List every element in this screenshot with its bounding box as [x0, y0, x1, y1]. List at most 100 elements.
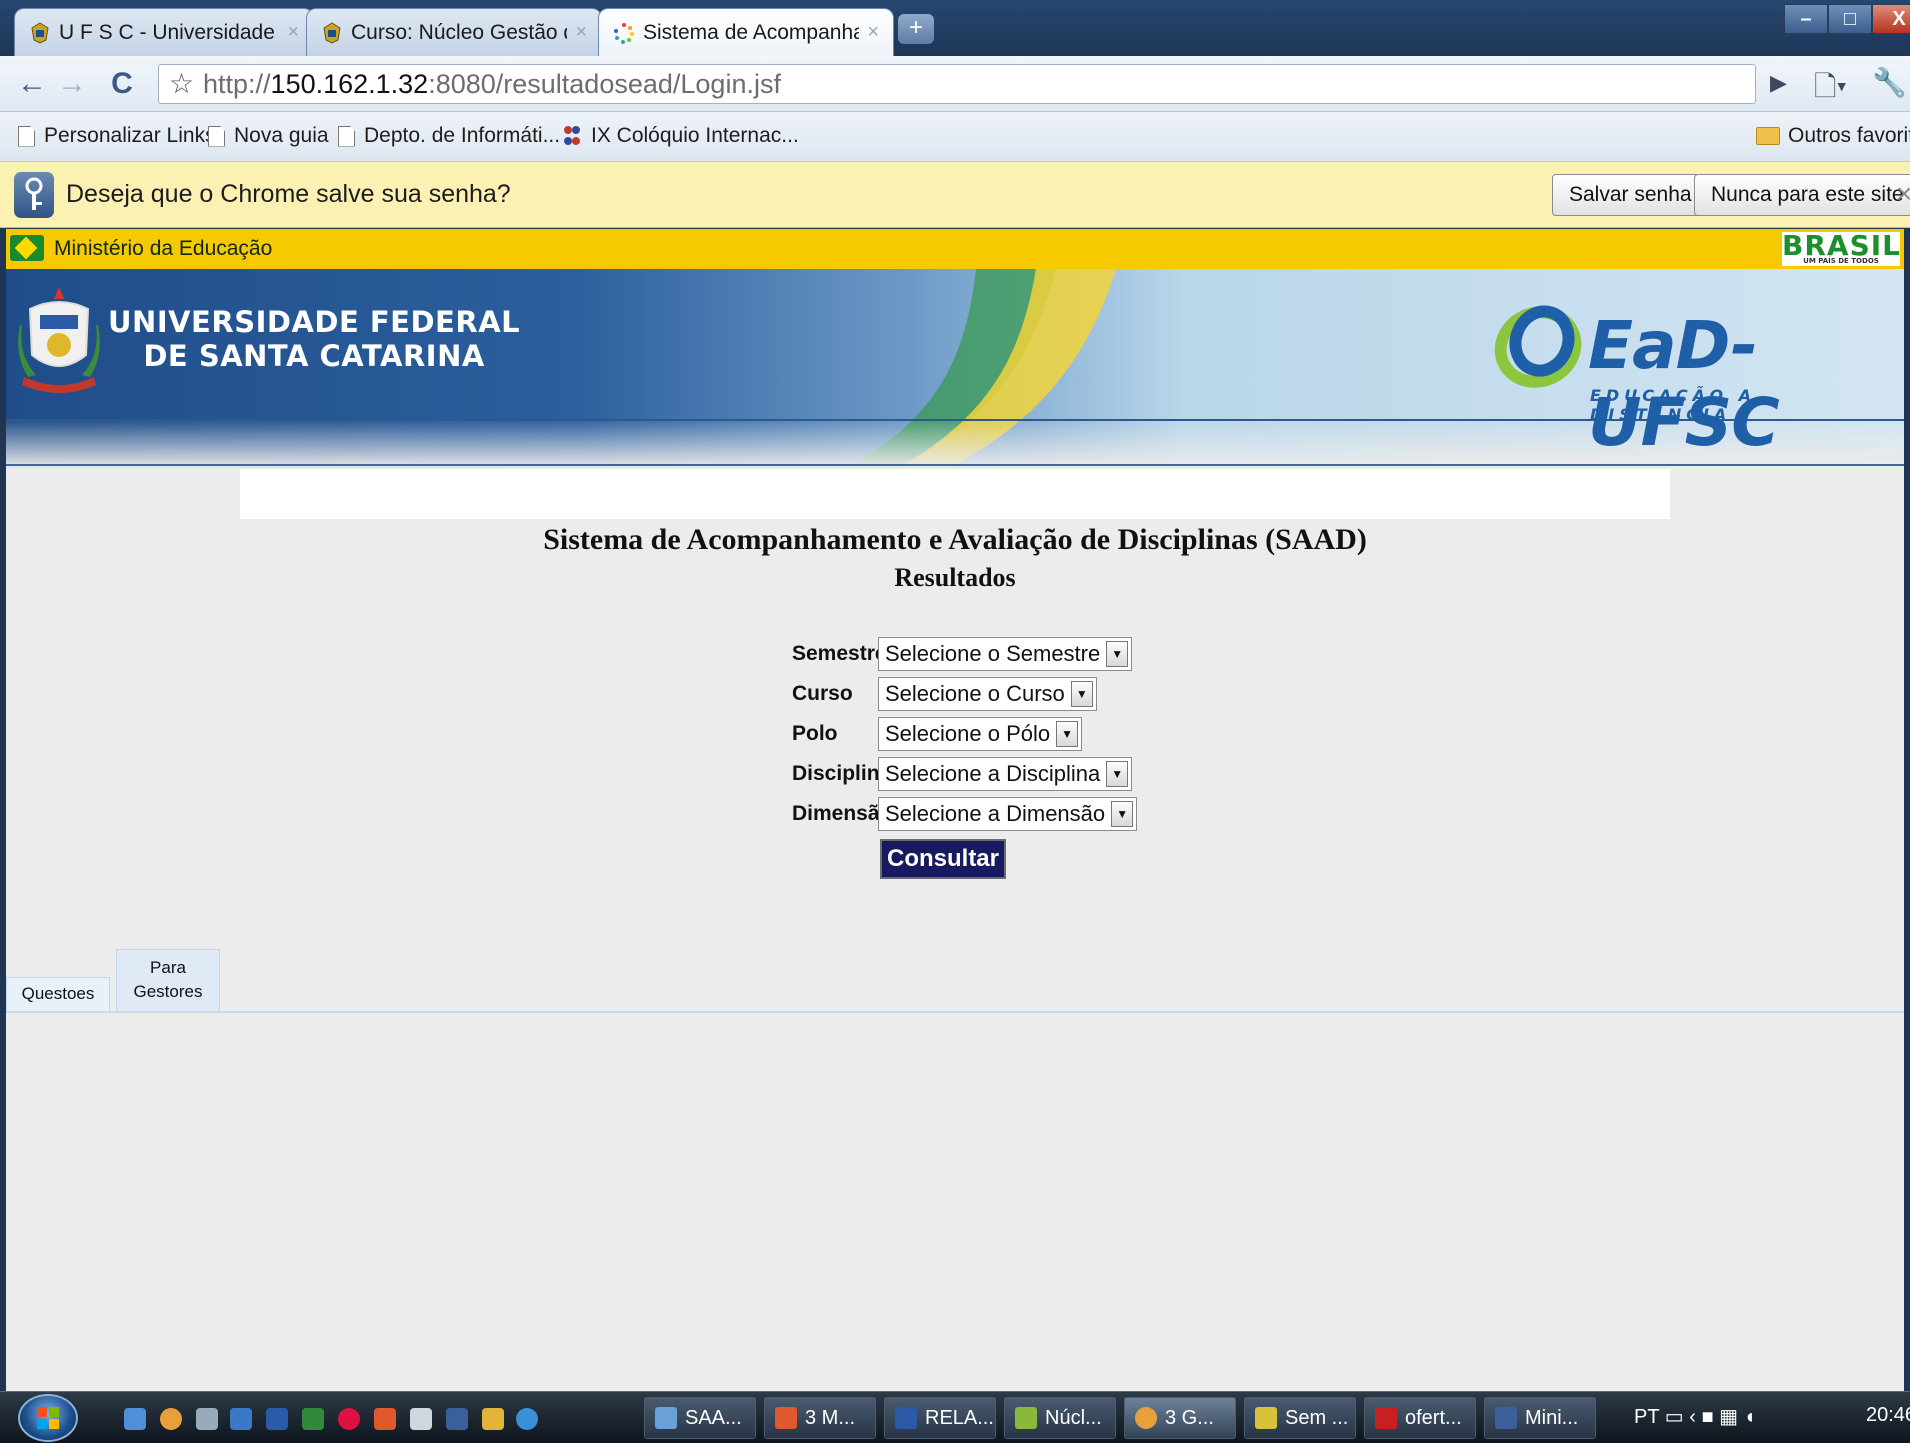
- chevron-down-icon[interactable]: ▼: [1070, 681, 1093, 707]
- paint-icon[interactable]: [482, 1408, 504, 1430]
- other-bookmarks[interactable]: Outros favoritos: [1756, 124, 1910, 148]
- app-icon: [1495, 1407, 1517, 1429]
- disciplina-select[interactable]: Selecione a Disciplina ▼: [878, 757, 1133, 791]
- dimensao-select[interactable]: Selecione a Dimensão ▼: [878, 797, 1138, 831]
- university-name: UNIVERSIDADE FEDERAL DE SANTA CATARINA: [108, 305, 520, 373]
- curso-value: Selecione o Curso: [885, 681, 1065, 706]
- curso-select[interactable]: Selecione o Curso ▼: [878, 677, 1097, 711]
- url-host: 150.162.1.32: [270, 69, 429, 99]
- desktop-icon[interactable]: [230, 1408, 252, 1430]
- paint-icon: [1255, 1407, 1277, 1429]
- form-row-polo: Polo Selecione o Pólo ▼: [792, 717, 1083, 751]
- chrome-icon[interactable]: [160, 1408, 182, 1430]
- start-button[interactable]: [18, 1394, 78, 1442]
- taskbar-button-label: Mini...: [1525, 1407, 1579, 1429]
- close-icon[interactable]: ×: [575, 21, 587, 44]
- browser-toolbar: ← → C ☆ http://150.162.1.32:8080/resulta…: [0, 56, 1910, 112]
- word-icon[interactable]: [266, 1408, 288, 1430]
- taskbar-button[interactable]: RELA...: [884, 1397, 996, 1439]
- taskbar-button[interactable]: 3 M...: [764, 1397, 876, 1439]
- never-save-button[interactable]: Nunca para este site: [1694, 174, 1910, 216]
- chevron-down-icon[interactable]: ▼: [1106, 641, 1129, 667]
- close-window-button[interactable]: X: [1872, 4, 1910, 34]
- taskbar-button-label: ofert...: [1405, 1407, 1462, 1429]
- chevron-down-icon[interactable]: ▼: [1106, 761, 1129, 787]
- browser-tab-saad[interactable]: Sistema de Acompanha... ×: [598, 8, 894, 56]
- new-tab-button[interactable]: +: [898, 14, 934, 44]
- window-controls: – □ X: [1784, 4, 1910, 36]
- close-icon[interactable]: ×: [867, 21, 879, 44]
- university-name-line1: UNIVERSIDADE FEDERAL: [108, 305, 521, 339]
- page-menu-icon[interactable]: 🗋▾: [1814, 66, 1847, 114]
- tab-gestores-line2: Gestores: [133, 982, 203, 1001]
- keyboard-icon[interactable]: ▭: [1665, 1406, 1684, 1428]
- chrome-icon: [1135, 1407, 1157, 1429]
- content-header-strip: [240, 469, 1670, 519]
- window-icon[interactable]: [196, 1408, 218, 1430]
- volume-icon[interactable]: ◖: [1744, 1406, 1756, 1428]
- form-row-curso: Curso Selecione o Curso ▼: [792, 677, 1097, 711]
- semestre-select[interactable]: Selecione o Semestre ▼: [878, 637, 1133, 671]
- app-icon[interactable]: [446, 1408, 468, 1430]
- reload-icon[interactable]: C: [104, 66, 140, 102]
- save-password-button[interactable]: Salvar senha: [1552, 174, 1709, 216]
- polo-select[interactable]: Selecione o Pólo ▼: [878, 717, 1083, 751]
- tab-para-gestores[interactable]: Para Gestores: [116, 949, 220, 1011]
- address-bar[interactable]: ☆ http://150.162.1.32:8080/resultadosead…: [158, 64, 1756, 104]
- quicklaunch-icon[interactable]: [124, 1408, 146, 1430]
- play-icon[interactable]: ▶: [1770, 70, 1787, 96]
- pdf-icon: [1375, 1407, 1397, 1429]
- consultar-button[interactable]: Consultar: [880, 839, 1006, 879]
- bookmark-ix-coloquio[interactable]: IX Colóquio Internac...: [560, 124, 799, 148]
- taskbar-button[interactable]: ofert...: [1364, 1397, 1476, 1439]
- maximize-button[interactable]: □: [1828, 4, 1872, 34]
- clock[interactable]: 20:46: [1866, 1404, 1910, 1427]
- browser-tab-strip: U F S C - Universidade Fe... × Curso: Nú…: [0, 0, 1910, 56]
- bookmark-label: Personalizar Links: [44, 124, 216, 147]
- bookmark-nova-guia[interactable]: Nova guia: [208, 124, 329, 148]
- notification-icon[interactable]: ■: [1701, 1406, 1713, 1428]
- other-bookmarks-label: Outros favoritos: [1788, 124, 1910, 147]
- page-icon: [208, 125, 225, 147]
- close-icon[interactable]: ×: [1896, 178, 1910, 210]
- excel-icon[interactable]: [302, 1408, 324, 1430]
- bookmark-depto-informatica[interactable]: Depto. de Informáti...: [338, 124, 560, 148]
- ministry-link[interactable]: Ministério da Educação: [54, 237, 272, 261]
- word-icon: [895, 1407, 917, 1429]
- tab-questoes[interactable]: Questoes: [6, 977, 110, 1011]
- taskbar-button-label: 3 G...: [1165, 1407, 1214, 1429]
- back-arrow-icon[interactable]: ←: [14, 66, 50, 102]
- ie-icon[interactable]: [516, 1408, 538, 1430]
- browser-tab-ufsc[interactable]: U F S C - Universidade Fe... ×: [14, 8, 314, 56]
- bookmark-star-icon[interactable]: ☆: [169, 65, 194, 103]
- taskbar-button[interactable]: SAA...: [644, 1397, 756, 1439]
- browser-tab-curso[interactable]: Curso: Núcleo Gestão de ... ×: [306, 8, 602, 56]
- app-icon: [1015, 1407, 1037, 1429]
- taskbar-button[interactable]: Mini...: [1484, 1397, 1596, 1439]
- semestre-value: Selecione o Semestre: [885, 641, 1101, 666]
- calculator-icon[interactable]: [410, 1408, 432, 1430]
- close-icon[interactable]: ×: [287, 21, 299, 44]
- bookmark-personalizar-links[interactable]: Personalizar Links: [18, 124, 216, 148]
- form-row-dimensao: Dimensão Selecione a Dimensão ▼: [792, 797, 1138, 831]
- minimize-button[interactable]: –: [1784, 4, 1828, 34]
- taskbar-button[interactable]: Sem ...: [1244, 1397, 1356, 1439]
- language-indicator[interactable]: PT: [1634, 1406, 1659, 1428]
- powerpoint-icon[interactable]: [374, 1408, 396, 1430]
- forward-arrow-icon[interactable]: →: [54, 66, 90, 102]
- save-password-infobar: Deseja que o Chrome salve sua senha? Sal…: [0, 162, 1910, 228]
- infobar-message: Deseja que o Chrome salve sua senha?: [66, 180, 511, 208]
- chevron-down-icon[interactable]: ▼: [1111, 801, 1134, 827]
- chevron-down-icon[interactable]: ▼: [1056, 721, 1079, 747]
- media-icon[interactable]: [338, 1408, 360, 1430]
- url-prefix: http://: [203, 69, 271, 99]
- taskbar-button[interactable]: Núcl...: [1004, 1397, 1116, 1439]
- semestre-label: Semestre: [792, 642, 887, 665]
- wrench-icon[interactable]: 🔧: [1872, 66, 1907, 99]
- page-icon: [338, 125, 355, 147]
- ead-logo-subtitle: EDUCAÇÃO A DISTÂNCIA: [1590, 386, 1757, 424]
- taskbar-button[interactable]: 3 G...: [1124, 1397, 1236, 1439]
- network-icon[interactable]: ▦: [1719, 1406, 1738, 1428]
- gov-bar: Ministério da Educação BRASIL UM PAÍS DE…: [6, 229, 1904, 269]
- chevron-left-icon[interactable]: ‹: [1689, 1406, 1696, 1428]
